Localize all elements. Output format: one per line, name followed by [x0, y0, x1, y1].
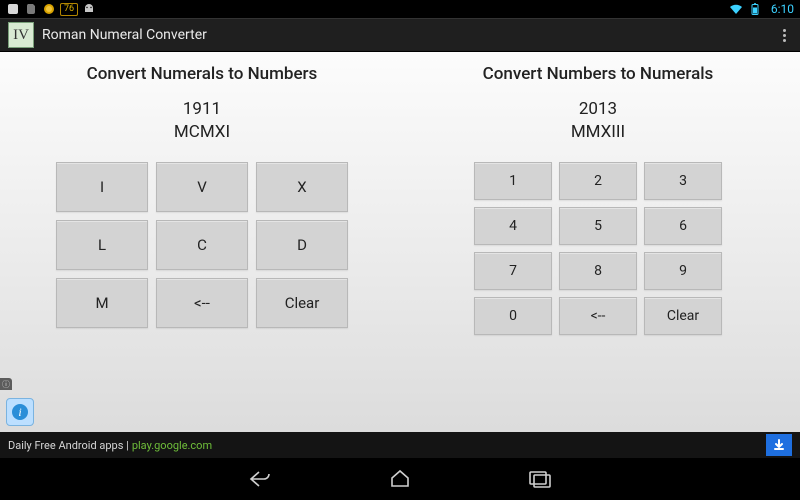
panel-numbers-to-numerals: Convert Numbers to Numerals 2013 MMXIII …	[410, 64, 786, 426]
info-button[interactable]: i	[6, 398, 34, 426]
result-display-right: 2013 MMXIII	[571, 98, 625, 144]
back-button[interactable]	[245, 464, 275, 494]
key-clear[interactable]: Clear	[644, 297, 722, 335]
result-roman: MCMXI	[174, 121, 230, 144]
clock: 6:10	[771, 2, 794, 16]
adchoices-icon[interactable]: ⓘ	[0, 378, 12, 390]
key-backspace[interactable]: <--	[156, 278, 248, 328]
key-0[interactable]: 0	[474, 297, 552, 335]
key-5[interactable]: 5	[559, 207, 637, 245]
home-button[interactable]	[385, 464, 415, 494]
keypad-roman: I V X L C D M <-- Clear	[56, 162, 348, 328]
navigation-bar	[0, 458, 800, 500]
key-9[interactable]: 9	[644, 252, 722, 290]
key-D[interactable]: D	[256, 220, 348, 270]
key-2[interactable]: 2	[559, 162, 637, 200]
temperature-badge: 76	[60, 3, 78, 16]
action-bar: IV Roman Numeral Converter	[0, 18, 800, 52]
panel-numerals-to-numbers: Convert Numerals to Numbers 1911 MCMXI I…	[14, 64, 390, 426]
result-display-left: 1911 MCMXI	[174, 98, 230, 144]
ad-text: Daily Free Android apps |	[8, 439, 129, 452]
android-icon	[82, 2, 96, 16]
key-L[interactable]: L	[56, 220, 148, 270]
key-3[interactable]: 3	[644, 162, 722, 200]
ad-bar[interactable]: Daily Free Android apps | play.google.co…	[0, 432, 800, 458]
key-V[interactable]: V	[156, 162, 248, 212]
panel-heading: Convert Numbers to Numerals	[483, 64, 714, 84]
result-number: 1911	[174, 98, 230, 121]
key-8[interactable]: 8	[559, 252, 637, 290]
wifi-icon	[729, 2, 743, 16]
ad-link[interactable]: play.google.com	[132, 439, 212, 452]
status-right-icons: 6:10	[729, 2, 794, 16]
recents-button[interactable]	[525, 464, 555, 494]
svg-text:i: i	[18, 405, 21, 419]
key-7[interactable]: 7	[474, 252, 552, 290]
main-content: Convert Numerals to Numbers 1911 MCMXI I…	[0, 52, 800, 432]
battery-icon	[748, 2, 762, 16]
status-left-icons: 76	[6, 2, 96, 16]
evernote-icon	[24, 2, 38, 16]
notification-icon-app	[6, 2, 20, 16]
key-1[interactable]: 1	[474, 162, 552, 200]
key-clear[interactable]: Clear	[256, 278, 348, 328]
download-button[interactable]	[766, 434, 792, 456]
coin-icon	[42, 2, 56, 16]
status-bar: 76 6:10	[0, 0, 800, 18]
keypad-numbers: 1 2 3 4 5 6 7 8 9 0 <-- Clear	[474, 162, 722, 335]
key-4[interactable]: 4	[474, 207, 552, 245]
key-X[interactable]: X	[256, 162, 348, 212]
key-6[interactable]: 6	[644, 207, 722, 245]
key-backspace[interactable]: <--	[559, 297, 637, 335]
overflow-menu-button[interactable]	[777, 29, 792, 42]
key-C[interactable]: C	[156, 220, 248, 270]
panel-heading: Convert Numerals to Numbers	[87, 64, 318, 84]
key-I[interactable]: I	[56, 162, 148, 212]
key-M[interactable]: M	[56, 278, 148, 328]
app-title: Roman Numeral Converter	[42, 27, 207, 43]
result-number: 2013	[571, 98, 625, 121]
app-icon: IV	[8, 22, 34, 48]
result-roman: MMXIII	[571, 121, 625, 144]
